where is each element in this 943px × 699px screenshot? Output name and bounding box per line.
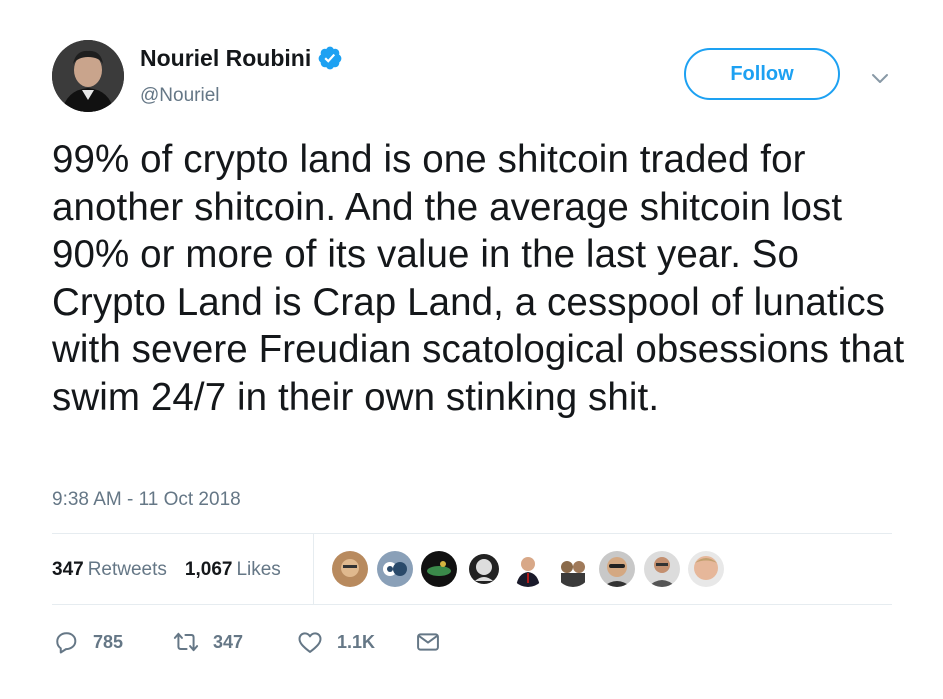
liker-avatar-8[interactable] — [643, 551, 680, 587]
author-avatar[interactable] — [52, 40, 124, 112]
likes-count: 1,067 — [184, 559, 233, 580]
retweet-icon — [173, 632, 199, 652]
author-avatar-image — [52, 40, 124, 112]
retweets-label: Retweets — [87, 559, 167, 580]
tweet-timestamp[interactable]: 9:38 AM - 11 Oct 2018 — [52, 488, 241, 512]
liker-avatar-5[interactable] — [510, 551, 546, 587]
liker-avatars — [332, 551, 733, 587]
author-name-row: Nouriel Roubini — [140, 44, 343, 72]
stats-divider — [313, 533, 314, 604]
author-display-name[interactable]: Nouriel Roubini — [140, 44, 311, 72]
divider — [52, 533, 892, 534]
retweets-stat[interactable]: 347 Retweets — [52, 558, 167, 582]
retweet-count: 347 — [213, 631, 244, 652]
chevron-down-icon[interactable] — [868, 66, 892, 90]
liker-avatar-3[interactable] — [421, 551, 457, 587]
retweet-action[interactable]: 347 — [172, 628, 243, 656]
likes-stat[interactable]: 1,067 Likes — [185, 558, 281, 582]
liker-avatar-6[interactable] — [554, 551, 591, 587]
engagement-stats: 347 Retweets 1,067 Likes — [52, 558, 299, 582]
tweet-text: 99% of crypto land is one shitcoin trade… — [52, 138, 905, 419]
liker-avatar-7[interactable] — [599, 551, 635, 587]
liker-avatar-9[interactable] — [688, 551, 724, 587]
liker-avatar-4[interactable] — [465, 551, 502, 587]
reply-icon — [56, 632, 77, 654]
reply-action[interactable]: 785 — [52, 628, 123, 656]
liker-avatar-2[interactable] — [376, 551, 413, 587]
like-count: 1.1K — [337, 631, 376, 652]
verified-badge-icon — [318, 46, 342, 70]
follow-button[interactable]: Follow — [684, 48, 840, 100]
reply-count: 785 — [93, 631, 124, 652]
direct-message-action[interactable] — [414, 628, 442, 656]
retweets-count: 347 — [52, 559, 84, 580]
divider — [52, 604, 892, 605]
author-handle[interactable]: @Nouriel — [140, 84, 219, 108]
heart-icon — [298, 632, 322, 653]
liker-avatar-1[interactable] — [332, 551, 368, 587]
tweet-card: Nouriel Roubini @Nouriel Follow 99% of c… — [0, 0, 943, 699]
likes-label: Likes — [236, 559, 281, 580]
like-action[interactable]: 1.1K — [296, 628, 375, 656]
envelope-icon — [417, 633, 439, 651]
